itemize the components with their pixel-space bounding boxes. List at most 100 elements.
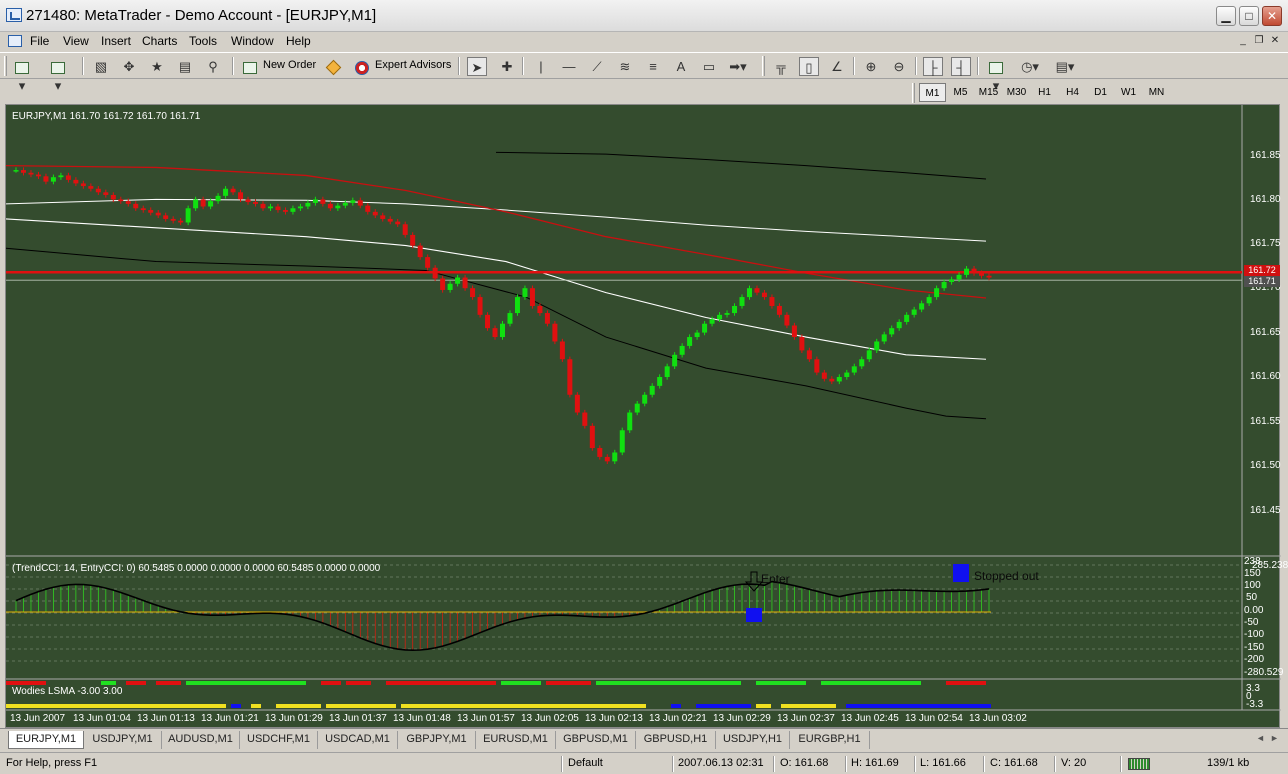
- timeframe-m15[interactable]: M15: [975, 83, 1002, 102]
- text-label-icon[interactable]: ▭: [699, 57, 719, 76]
- cursor-icon[interactable]: ➤: [467, 57, 487, 76]
- candle-body: [28, 172, 34, 175]
- menu-window[interactable]: Window: [231, 34, 274, 48]
- candle-body: [687, 337, 693, 346]
- terminal-icon[interactable]: ▤: [175, 57, 195, 76]
- menu-charts[interactable]: Charts: [142, 34, 177, 48]
- candle-body: [664, 366, 670, 377]
- chart-canvas[interactable]: [6, 105, 1281, 729]
- navigator-icon[interactable]: ✥: [119, 57, 139, 76]
- tab-eurjpy-m1[interactable]: EURJPY,M1: [8, 731, 84, 749]
- wodies-signal-bar: [251, 704, 261, 708]
- templates-icon[interactable]: ▤▾: [1055, 57, 1075, 76]
- time-tick: 13 Jun 02:37: [777, 713, 835, 724]
- timeframe-h4[interactable]: H4: [1059, 83, 1086, 102]
- candle-body: [208, 201, 214, 207]
- new-order-button[interactable]: New Order: [263, 59, 316, 71]
- candle-body: [836, 377, 842, 382]
- candle-body: [964, 268, 970, 275]
- tab-gbpusd-h1[interactable]: GBPUSD,H1: [636, 731, 716, 749]
- menu-insert[interactable]: Insert: [101, 34, 131, 48]
- wodies-signal-bar: [326, 704, 396, 708]
- chart-window-icon[interactable]: [8, 35, 22, 47]
- timeframe-m1[interactable]: M1: [919, 83, 946, 102]
- expert-advisors-icon[interactable]: [352, 57, 372, 76]
- indicators-icon[interactable]: ▾: [986, 57, 1006, 93]
- timeframe-h1[interactable]: H1: [1031, 83, 1058, 102]
- timeframe-mn[interactable]: MN: [1143, 83, 1170, 102]
- candle-body: [799, 337, 805, 351]
- metaeditor-icon[interactable]: [323, 57, 343, 76]
- trendline-icon[interactable]: ⟋: [587, 57, 607, 76]
- expert-advisors-button[interactable]: Expert Advisors: [375, 59, 451, 71]
- chart-window[interactable]: EURJPY,M1 161.70 161.72 161.70 161.71 16…: [5, 104, 1288, 729]
- candle-body: [395, 221, 401, 225]
- price-tick-161-75: 161.75: [1250, 238, 1281, 249]
- timeframe-m5[interactable]: M5: [947, 83, 974, 102]
- maximize-button[interactable]: □: [1239, 6, 1259, 26]
- text-icon[interactable]: A: [671, 57, 691, 76]
- vertical-line-icon[interactable]: |: [531, 57, 551, 76]
- tab-gbpjpy-m1[interactable]: GBPJPY,M1: [398, 731, 476, 749]
- profiles-icon[interactable]: ▾: [48, 57, 68, 93]
- candle-body: [739, 297, 745, 306]
- line-chart-icon[interactable]: ∠: [827, 57, 847, 76]
- mdi-minimize-button[interactable]: _: [1236, 34, 1250, 48]
- toolbar-grip[interactable]: [762, 56, 765, 76]
- crosshair-icon[interactable]: ✚: [497, 57, 517, 76]
- fibonacci-icon[interactable]: ≡: [643, 57, 663, 76]
- metatrader-app-icon[interactable]: [6, 8, 22, 22]
- tab-scroll-left-icon[interactable]: ◄: [1256, 733, 1265, 743]
- tab-usdjpy-m1[interactable]: USDJPY,M1: [84, 731, 162, 749]
- status-traffic: 139/1 kb: [1207, 757, 1250, 769]
- candle-body: [784, 314, 790, 326]
- menu-view[interactable]: View: [63, 34, 89, 48]
- connection-status-icon[interactable]: [1128, 758, 1150, 770]
- channel-icon[interactable]: ≋: [615, 57, 635, 76]
- stop-marker: [953, 564, 969, 582]
- timeframe-w1[interactable]: W1: [1115, 83, 1142, 102]
- candle-body: [904, 314, 910, 322]
- new-chart-icon[interactable]: ▾: [12, 57, 32, 93]
- market-watch-icon[interactable]: ▧: [91, 57, 111, 76]
- tab-usdchf-m1[interactable]: USDCHF,M1: [240, 731, 318, 749]
- menu-help[interactable]: Help: [286, 34, 311, 48]
- tab-eurusd-m1[interactable]: EURUSD,M1: [476, 731, 556, 749]
- mdi-restore-button[interactable]: ❐: [1252, 34, 1266, 48]
- candle-chart-icon[interactable]: ▯: [799, 57, 819, 76]
- upper-band: [6, 198, 987, 242]
- tab-gbpusd-m1[interactable]: GBPUSD,M1: [556, 731, 636, 749]
- new-order-icon[interactable]: [240, 57, 260, 76]
- close-button[interactable]: ✕: [1262, 6, 1282, 26]
- tab-usdjpy-h1[interactable]: USDJPY,H1: [716, 731, 790, 749]
- auto-scroll-icon[interactable]: ├: [923, 57, 943, 76]
- candle-body: [95, 188, 101, 193]
- favorites-icon[interactable]: ★: [147, 57, 167, 76]
- timeframe-m30[interactable]: M30: [1003, 83, 1030, 102]
- periods-icon[interactable]: ◷▾: [1020, 57, 1040, 76]
- zoom-out-icon[interactable]: ⊖: [889, 57, 909, 76]
- tab-scroll-right-icon[interactable]: ►: [1270, 733, 1279, 743]
- minimize-button[interactable]: ▁: [1216, 6, 1236, 26]
- candle-body: [365, 205, 371, 212]
- candle-body: [387, 218, 393, 222]
- tab-eurgbp-h1[interactable]: EURGBP,H1: [790, 731, 870, 749]
- bar-chart-icon[interactable]: ╦: [771, 57, 791, 76]
- menu-tools[interactable]: Tools: [189, 34, 217, 48]
- arrows-icon[interactable]: ➡▾: [728, 57, 748, 76]
- toolbar-grip[interactable]: [4, 56, 7, 76]
- candle-body: [859, 359, 865, 367]
- time-tick: 13 Jun 02:21: [649, 713, 707, 724]
- horizontal-line-icon[interactable]: —: [559, 57, 579, 76]
- timeframe-d1[interactable]: D1: [1087, 83, 1114, 102]
- tab-usdcad-m1[interactable]: USDCAD,M1: [318, 731, 398, 749]
- zoom-in-icon[interactable]: ⊕: [861, 57, 881, 76]
- candle-body: [305, 202, 311, 207]
- strategy-tester-icon[interactable]: ⚲: [203, 57, 223, 76]
- menu-file[interactable]: File: [30, 34, 49, 48]
- chart-shift-icon[interactable]: ┤: [951, 57, 971, 76]
- candle-body: [282, 210, 288, 212]
- mdi-close-button[interactable]: ✕: [1268, 34, 1282, 48]
- toolbar-grip[interactable]: [912, 83, 915, 103]
- tab-audusd-m1[interactable]: AUDUSD,M1: [162, 731, 240, 749]
